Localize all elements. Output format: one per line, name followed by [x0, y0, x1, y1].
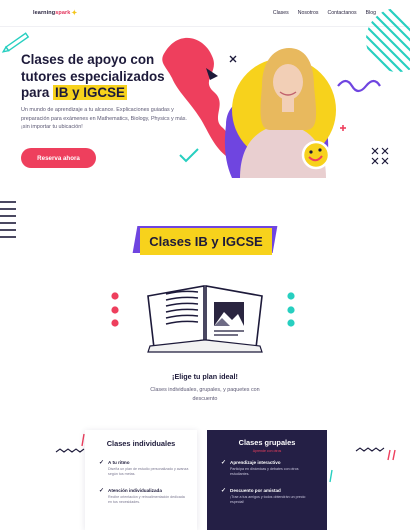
feature-item: ✓ Aprendizaje interactivo Participa en d… — [221, 460, 317, 478]
hero-title-line2: tutores especializados — [21, 68, 165, 84]
hero-title-pre: para — [21, 85, 54, 100]
plan-card-group[interactable]: Clases grupales Aprende con otros ✓ Apre… — [207, 430, 327, 530]
pink-plus-icon — [340, 125, 346, 131]
dark-zigzag-left — [55, 448, 85, 453]
hero-subtitle: Un mundo de aprendizaje a tu alcance. Ex… — [21, 107, 187, 131]
pink-stroke-left — [81, 433, 85, 447]
small-x-icon — [229, 55, 237, 63]
card-title-individual: Clases individuales — [106, 439, 176, 448]
x-marks-icon — [371, 147, 389, 165]
dark-lines-left — [0, 201, 16, 238]
teal-dots — [287, 292, 295, 327]
section2-decorations — [0, 201, 295, 353]
plan-title: ¡Elige tu plan ideal! — [172, 372, 238, 381]
section-heading: Clases IB y IGCSE — [132, 226, 278, 256]
purple-squiggle — [337, 79, 381, 93]
plan-card-individual[interactable]: Clases individuales ✓ A tu ritmo Diseña … — [85, 430, 197, 530]
pink-bars-right — [387, 449, 396, 461]
check-icon: ✓ — [99, 460, 105, 466]
reserve-now-button[interactable]: Reserva ahora — [21, 148, 96, 168]
hero-title: Clases de apoyo con tutores especializad… — [21, 52, 221, 102]
plan-subtitle: Clases individuales, grupales, y paquete… — [150, 387, 260, 403]
feature-title: Descuento por amistad — [230, 488, 281, 493]
teal-check-icon — [179, 148, 199, 163]
check-icon: ✓ — [221, 460, 227, 466]
cards-decorations — [55, 433, 396, 483]
hero-title-line3: para IB y IGCSE — [21, 85, 221, 102]
check-icon: ✓ — [99, 488, 105, 494]
dark-zigzag-right — [355, 447, 385, 452]
heading-label: Clases IB y IGCSE — [140, 228, 272, 255]
feature-desc: Participa en dinámicas y debates con otr… — [230, 467, 299, 477]
smiley-badge-icon — [301, 140, 331, 170]
feature-desc: Diseña un plan de estudio personalizado … — [108, 467, 189, 477]
feature-item: ✓ Atención individualizada Recibe orient… — [99, 488, 189, 506]
card-tagline: Aprende con otros — [252, 449, 282, 453]
feature-title: Aprendizaje interactivo — [230, 460, 281, 465]
feature-item: ✓ Descuento por amistad ¡Trae a tus amig… — [221, 488, 317, 506]
pink-dots — [111, 292, 119, 327]
feature-desc: ¡Trae a tus amigos y todos obtendrán un … — [230, 495, 306, 505]
hero-title-highlight: IB y IGCSE — [53, 85, 127, 100]
pencil-icon — [1, 32, 30, 53]
feature-desc: Recibe orientación y retroalimentación d… — [108, 495, 185, 505]
feature-title: Atención individualizada — [108, 488, 162, 493]
check-icon: ✓ — [221, 488, 227, 494]
feature-item: ✓ A tu ritmo Diseña un plan de estudio p… — [99, 460, 189, 478]
hero-title-line1: Clases de apoyo con — [21, 52, 155, 67]
teal-stroke-right — [329, 469, 333, 483]
open-book-icon — [147, 285, 263, 353]
feature-title: A tu ritmo — [108, 460, 130, 465]
card-title-group: Clases grupales — [238, 438, 296, 447]
